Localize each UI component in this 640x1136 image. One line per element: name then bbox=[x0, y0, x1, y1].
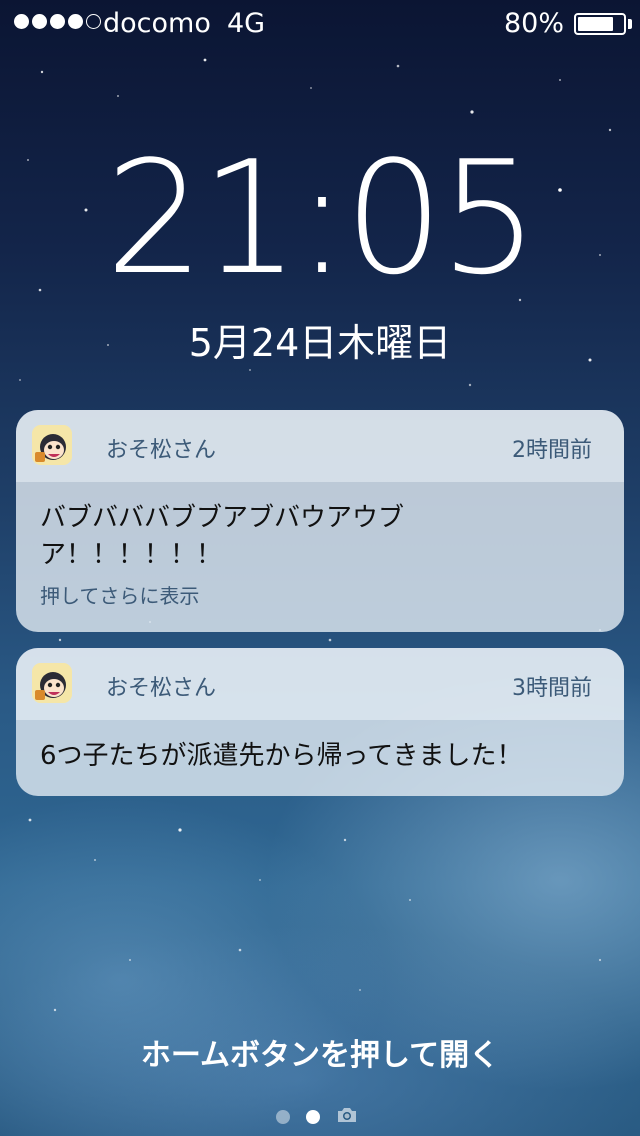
notification-body: 6つ子たちが派遣先から帰ってきました！ bbox=[16, 720, 624, 796]
page-dot[interactable] bbox=[276, 1110, 290, 1124]
signal-dot bbox=[68, 14, 83, 29]
notification-app-name: おそ松さん bbox=[106, 676, 217, 701]
battery-percent: 80% bbox=[503, 8, 564, 39]
unlock-hint: ホームボタンを押して開く bbox=[140, 1038, 500, 1073]
signal-dot-empty bbox=[86, 14, 101, 29]
osomatsu-app-icon bbox=[32, 425, 72, 465]
status-bar: docomo 4G 80% bbox=[0, 0, 640, 48]
osomatsu-app-icon bbox=[32, 663, 72, 703]
notification-time: 2時間前 bbox=[512, 438, 592, 463]
notification-card[interactable]: おそ松さん 3時間前 6つ子たちが派遣先から帰ってきました！ bbox=[16, 648, 624, 796]
lock-screen-date: 5月24日木曜日 bbox=[188, 321, 452, 365]
signal-dot bbox=[14, 14, 29, 29]
notification-message: 6つ子たちが派遣先から帰ってきました！ bbox=[40, 741, 523, 771]
signal-dot bbox=[32, 14, 47, 29]
battery-level-fill bbox=[578, 17, 613, 31]
notification-header: おそ松さん 3時間前 bbox=[16, 648, 624, 720]
battery-icon bbox=[574, 13, 626, 35]
notification-time: 3時間前 bbox=[512, 676, 592, 701]
notification-message-line: ア！！！！！！ bbox=[40, 540, 223, 570]
page-indicator bbox=[276, 1106, 358, 1128]
show-more-hint[interactable]: 押してさらに表示 bbox=[40, 578, 600, 615]
notification-message-line: バブバババブブアブバウアウブ bbox=[40, 503, 405, 533]
notification-card[interactable]: おそ松さん 2時間前 バブバババブブアブバウアウブ ア！！！！！！ 押してさらに… bbox=[16, 410, 624, 632]
signal-strength-icon bbox=[14, 14, 101, 29]
camera-icon[interactable] bbox=[336, 1106, 358, 1128]
carrier-name: docomo bbox=[103, 8, 211, 39]
notification-header: おそ松さん 2時間前 bbox=[16, 410, 624, 482]
page-dot-current[interactable] bbox=[306, 1110, 320, 1124]
signal-dot bbox=[50, 14, 65, 29]
notification-app-name: おそ松さん bbox=[106, 438, 217, 463]
network-type: 4G bbox=[227, 8, 266, 39]
notification-body: バブバババブブアブバウアウブ ア！！！！！！ 押してさらに表示 bbox=[16, 482, 624, 632]
lock-screen-clock: 21:05 bbox=[105, 127, 539, 309]
battery-cap bbox=[628, 19, 632, 29]
